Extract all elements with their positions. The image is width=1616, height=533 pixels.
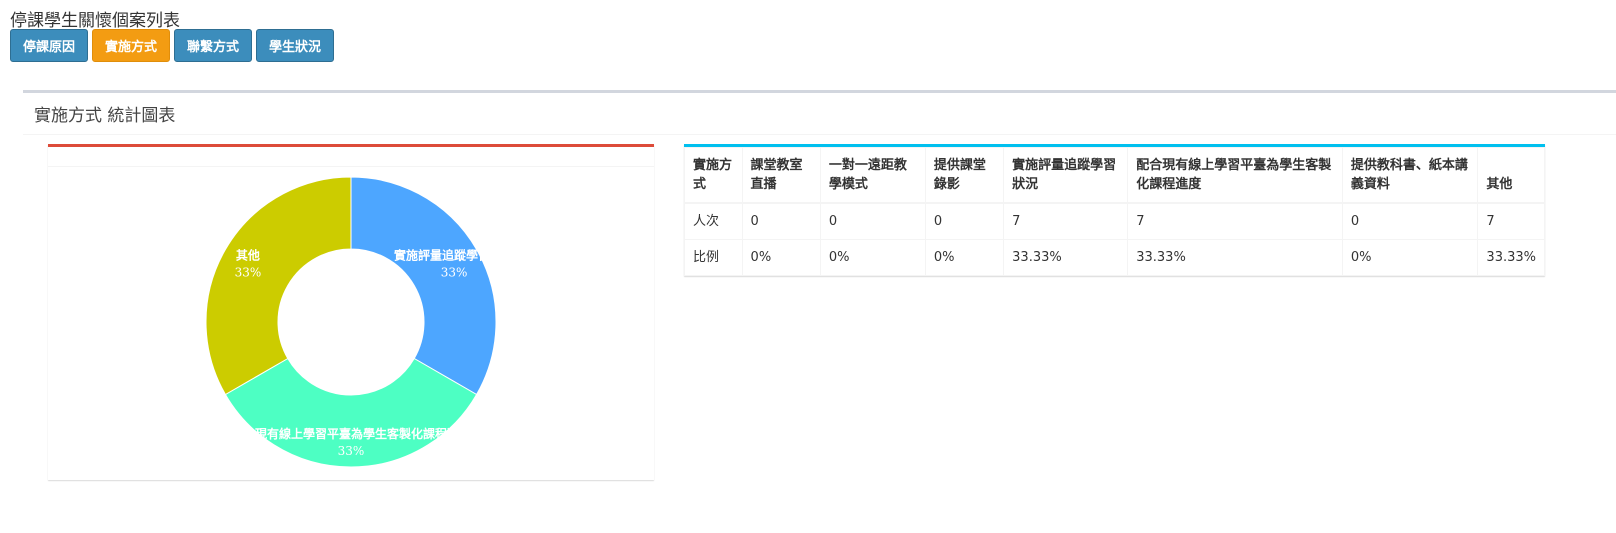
tab-implementation-method-button[interactable]: 實施方式 [92, 29, 171, 62]
table-row: 人次 0 0 0 7 7 0 7 [684, 202, 1545, 240]
slice-percent-label: 33% [235, 266, 262, 280]
table-cell: 0% [819, 239, 926, 276]
tab-contact-method-button[interactable]: 聯繫方式 [174, 29, 253, 62]
table-header-row: 實施方式 課堂教室直播 一對一遠距教學模式 提供課堂錄影 實施評量追蹤學習狀況 … [684, 147, 1545, 204]
slice-percent-label: 33% [441, 266, 468, 280]
tab-button-group: 停課原因 實施方式 聯繫方式 學生狀況 [10, 29, 335, 62]
col-header: 提供教科書、紙本講義資料 [1341, 147, 1479, 204]
col-header: 提供課堂錄影 [924, 147, 1005, 204]
col-header: 實施評量追蹤學習狀況 [1003, 147, 1129, 204]
table-cell: 7 [1477, 202, 1545, 240]
statistics-panel: 實施方式 統計圖表 實施評量追蹤學習狀況 33% 配合現有線上學習平臺為學生客製化課… [23, 90, 1616, 533]
table-cell: 33.33% [1477, 239, 1545, 276]
col-header: 一對一遠距教學模式 [819, 147, 926, 204]
table-cell: 0% [924, 239, 1005, 276]
table-cell: 人次 [684, 202, 743, 240]
table-cell: 0% [741, 239, 821, 276]
stats-table: 實施方式 課堂教室直播 一對一遠距教學模式 提供課堂錄影 實施評量追蹤學習狀況 … [684, 147, 1545, 276]
table-cell: 33.33% [1127, 239, 1343, 276]
tab-student-status-button[interactable]: 學生狀況 [256, 29, 335, 62]
table-cell: 0 [819, 202, 926, 240]
col-header: 實施方式 [684, 147, 743, 204]
table-cell: 7 [1003, 202, 1129, 240]
slice-label: 配合現有線上學習平臺為學生客製化課程進度 [231, 426, 472, 441]
pie-slice[interactable] [350, 176, 497, 396]
tab-suspension-reason-button[interactable]: 停課原因 [10, 29, 89, 62]
chart-card: 實施評量追蹤學習狀況 33% 配合現有線上學習平臺為學生客製化課程進度 33% 其他 33… [48, 144, 654, 480]
table-row: 比例 0% 0% 0% 33.33% 33.33% 0% 33.33% [684, 239, 1545, 276]
table-cell: 0 [741, 202, 821, 240]
col-header: 其他 [1477, 147, 1545, 204]
panel-title: 實施方式 統計圖表 [23, 93, 1616, 135]
table-cell: 0 [924, 202, 1005, 240]
table-cell: 7 [1127, 202, 1343, 240]
col-header: 課堂教室直播 [741, 147, 821, 204]
table-cell: 0% [1341, 239, 1479, 276]
slice-label: 其他 [236, 248, 260, 263]
donut-chart: 實施評量追蹤學習狀況 33% 配合現有線上學習平臺為學生客製化課程進度 33% 其他 33… [205, 176, 514, 468]
slice-label: 實施評量追蹤學習狀況 [394, 248, 514, 263]
pie-slice[interactable] [205, 176, 352, 396]
col-header: 配合現有線上學習平臺為學生客製化課程進度 [1127, 147, 1343, 204]
page-title: 停課學生關懷個案列表 [10, 11, 180, 31]
slice-percent-label: 33% [338, 444, 365, 458]
table-cell: 0 [1341, 202, 1479, 240]
table-cell: 比例 [684, 239, 743, 276]
table-cell: 33.33% [1003, 239, 1129, 276]
table-card: 實施方式 課堂教室直播 一對一遠距教學模式 提供課堂錄影 實施評量追蹤學習狀況 … [684, 144, 1545, 276]
